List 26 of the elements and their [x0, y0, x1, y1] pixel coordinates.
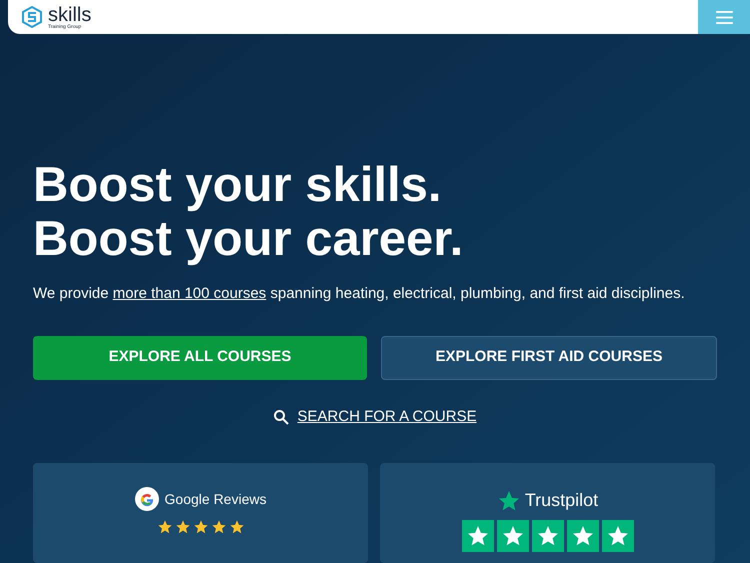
explore-all-button[interactable]: EXPLORE ALL COURSES — [33, 336, 367, 380]
star-icon — [228, 519, 244, 535]
star-icon — [536, 524, 560, 548]
logo-icon — [20, 5, 44, 29]
star-icon — [496, 488, 521, 512]
star-icon — [174, 519, 190, 535]
review-title: Trustpilot — [524, 489, 598, 512]
star-icon — [156, 519, 172, 535]
google-logo-icon — [134, 487, 159, 511]
search-course-link[interactable]: SEARCH FOR A COURSE — [297, 406, 477, 428]
headline: Boost your career. — [33, 212, 464, 266]
menu-button[interactable] — [698, 0, 750, 34]
explore-first-aid-button[interactable]: EXPLORE FIRST AID COURSES — [381, 336, 717, 380]
menu-icon — [716, 10, 732, 24]
star-icon — [570, 524, 594, 548]
star-icon — [192, 519, 208, 535]
intro-text: We provide more than 100 courses spanning heating, electrical, plumbing, and first aid disciplines. — [33, 284, 686, 304]
star-icon — [606, 524, 630, 548]
star-icon — [210, 519, 226, 535]
headline: Boost your skills. — [33, 158, 442, 212]
courses-link[interactable]: more than 100 courses — [112, 285, 266, 302]
search-icon — [273, 408, 290, 425]
star-icon — [500, 524, 524, 548]
review-title: Google Reviews — [164, 490, 266, 509]
logo-name: skills — [48, 4, 92, 24]
star-icon — [466, 524, 490, 548]
